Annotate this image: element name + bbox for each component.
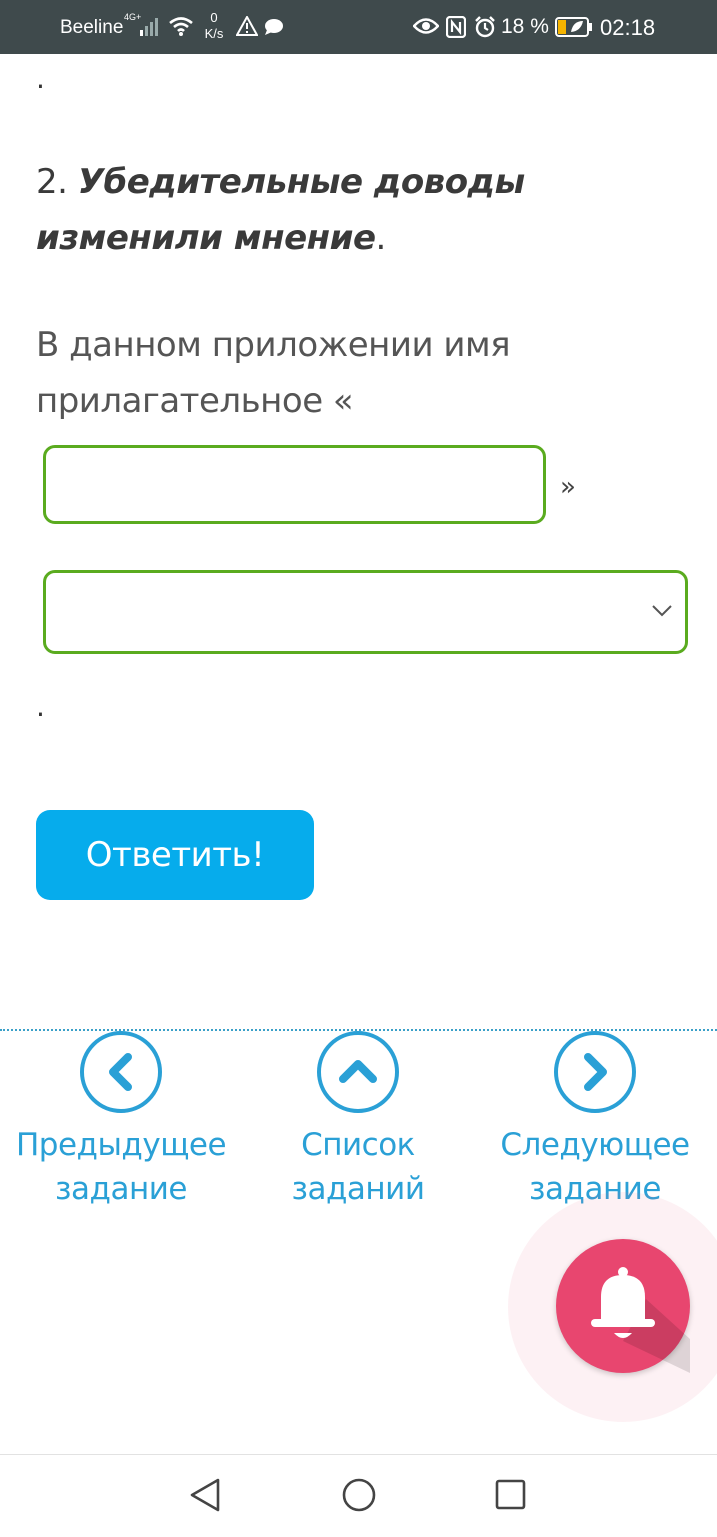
task-prompt: В данном приложении имя прилагательное « [36,325,511,421]
speed-value: 0 [210,10,218,25]
sentence-end: . [375,218,387,258]
closing-quote: » [560,472,576,502]
next-task-line1: Следующее [500,1127,690,1163]
top-punctuation: . [36,62,45,95]
task-list-label: Список заданий [238,1123,478,1211]
network-type: 4G+ [124,12,142,22]
status-bar: Beeline 4G+ 0 K/s 18 % 02:18 [0,0,717,54]
clock: 02:18 [600,15,656,40]
answer-input[interactable] [43,445,546,524]
chevron-right-icon [554,1031,636,1113]
signal-icon [140,16,162,41]
battery-icon [555,17,593,42]
notification-bell-button[interactable] [556,1239,690,1373]
home-icon [342,1478,376,1512]
previous-task-link[interactable]: Предыдущее задание [1,1031,241,1211]
back-button[interactable] [188,1477,222,1516]
task-sentence: 2. Убедительные доводы изменили мнение. [36,154,676,266]
recents-button[interactable] [494,1477,528,1516]
previous-task-line1: Предыдущее [15,1127,227,1163]
speed-unit: K/s [204,26,224,41]
back-icon [190,1478,220,1512]
submit-button[interactable]: Ответить! [36,810,314,900]
alarm-icon [474,16,496,43]
chevron-up-icon [317,1031,399,1113]
chevron-down-icon [651,603,673,622]
carrier-name: Beeline [60,17,124,38]
sentence-number: 2. [36,162,68,202]
battery-percent: 18 % [501,15,549,38]
system-navigation-bar [0,1454,717,1537]
recents-icon [495,1479,526,1510]
previous-task-label: Предыдущее задание [1,1123,241,1211]
bell-icon [591,1267,690,1373]
previous-task-line2: задание [55,1171,187,1207]
after-punctuation: . [36,690,45,723]
next-task-link[interactable]: Следующее задание [475,1031,715,1211]
task-list-link[interactable]: Список заданий [238,1031,478,1211]
eye-icon [412,17,440,40]
home-button[interactable] [341,1477,377,1516]
chat-icon [264,18,284,41]
role-select[interactable] [43,570,688,654]
warning-icon [235,14,259,41]
task-list-line2: заданий [291,1171,425,1207]
sentence-text: Убедительные доводы изменили мнение [36,162,525,258]
chevron-left-icon [80,1031,162,1113]
network-speed: 0 K/s [200,10,228,42]
nfc-icon [445,15,467,43]
task-list-line1: Список [301,1127,415,1163]
wifi-icon [168,15,194,42]
